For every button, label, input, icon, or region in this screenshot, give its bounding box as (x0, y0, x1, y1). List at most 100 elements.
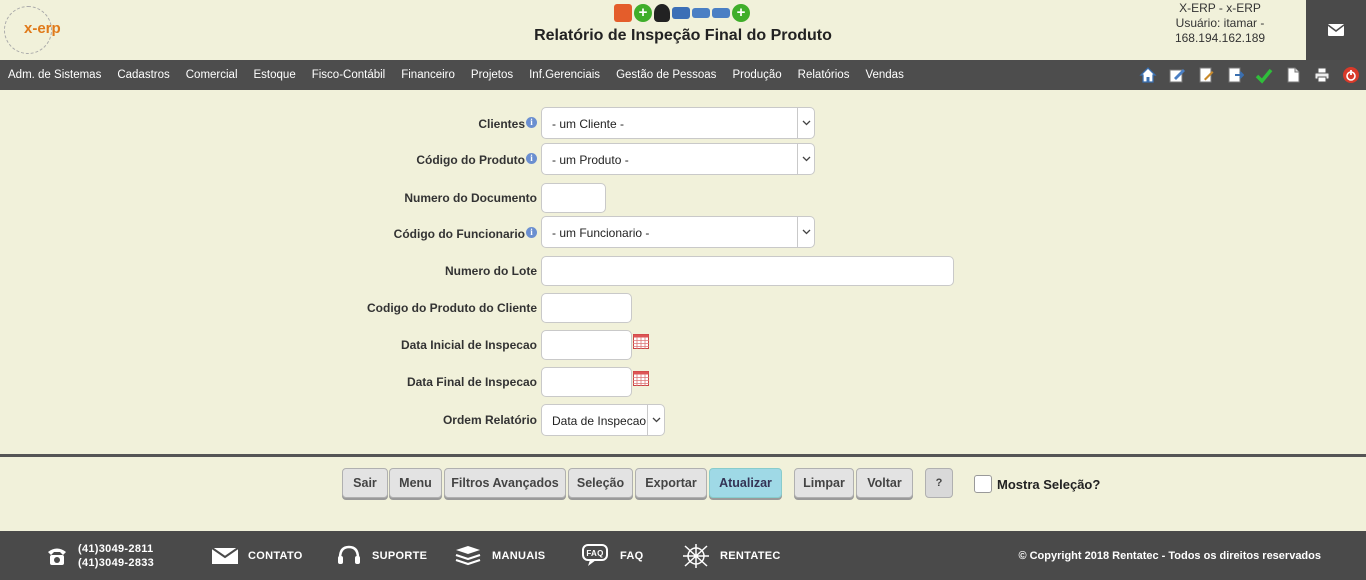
info-icon[interactable]: i (526, 117, 537, 128)
help-button[interactable]: ? (925, 468, 953, 498)
menu-fisco-contabil[interactable]: Fisco-Contábil (312, 69, 386, 81)
manuais-label: MANUAIS (492, 549, 546, 562)
header: x-erp + + Relatório de Inspeção Final do… (0, 0, 1366, 60)
rentatec-link[interactable]: RENTATEC (682, 531, 781, 580)
menu-gestao-pessoas[interactable]: Gestão de Pessoas (616, 69, 716, 81)
menu-button[interactable]: Menu (389, 468, 442, 498)
produto-label: Código do Produto i (416, 153, 537, 167)
home-icon[interactable] (1139, 66, 1157, 84)
system-name: X-ERP - x-ERP (1179, 1, 1261, 15)
mail-icon (1328, 24, 1344, 36)
user-name: Usuário: itamar - (1175, 16, 1265, 30)
menu-financeiro[interactable]: Financeiro (401, 69, 455, 81)
clientes-select[interactable]: - um Cliente - (541, 107, 815, 139)
system-info: X-ERP - x-ERP Usuário: itamar - 168.194.… (1150, 1, 1290, 46)
footer: (41)3049-2811 (41)3049-2833 CONTATO SUPO… (0, 531, 1366, 580)
funcionario-label: Código do Funcionario i (394, 227, 537, 241)
card-alt-icon[interactable] (712, 8, 730, 18)
funcionario-label-text: Código do Funcionario (393, 227, 525, 241)
phone-2: (41)3049-2833 (78, 556, 155, 569)
manuais-link[interactable]: MANUAIS (454, 531, 545, 580)
selecao-button[interactable]: Seleção (568, 468, 633, 498)
exportar-button[interactable]: Exportar (635, 468, 707, 498)
svg-text:FAQ: FAQ (586, 549, 603, 558)
quick-icons: + + (614, 4, 750, 22)
funcionario-select[interactable]: - um Funcionario - (541, 216, 815, 248)
power-icon[interactable] (1342, 66, 1360, 84)
menu-comercial[interactable]: Comercial (186, 69, 238, 81)
phone-icon (48, 548, 66, 565)
copyright: © Copyright 2018 Rentatec - Todos os dir… (1018, 550, 1321, 562)
calendar-icon[interactable] (633, 334, 649, 349)
funcionario-select-value: - um Funcionario - (552, 226, 650, 240)
data-inicial-input[interactable] (541, 330, 632, 360)
filtros-avancados-button[interactable]: Filtros Avançados (444, 468, 566, 498)
data-final-input[interactable] (541, 367, 632, 397)
lote-input[interactable] (541, 256, 954, 286)
main-menu: Adm. de Sistemas Cadastros Comercial Est… (0, 60, 1366, 90)
ip-address: 168.194.162.189 (1174, 31, 1266, 45)
rentatec-logo-icon (683, 543, 709, 568)
clientes-select-value: - um Cliente - (552, 117, 625, 131)
menu-producao[interactable]: Produção (732, 69, 781, 81)
voltar-button[interactable]: Voltar (856, 468, 913, 498)
add-icon[interactable]: + (634, 4, 652, 22)
faq-icon: FAQ (582, 543, 608, 566)
mail-button[interactable] (1306, 0, 1366, 60)
books-icon (455, 545, 481, 565)
action-bar: Sair Menu Filtros Avançados Seleção Expo… (0, 457, 1366, 531)
rentatec-label: RENTATEC (720, 549, 781, 562)
limpar-button[interactable]: Limpar (794, 468, 854, 498)
ordem-label: Ordem Relatório (442, 413, 537, 427)
chevron-down-icon (797, 144, 814, 174)
faq-link[interactable]: FAQ FAQ (582, 531, 644, 580)
document-edit-icon[interactable] (1197, 66, 1215, 84)
suporte-link[interactable]: SUPORTE (336, 531, 427, 580)
headset-icon (338, 545, 360, 564)
check-icon[interactable] (1255, 66, 1273, 84)
produto-cliente-input[interactable] (541, 293, 632, 323)
add-alt-icon[interactable]: + (732, 4, 750, 22)
user-icon[interactable] (654, 4, 670, 22)
export-icon[interactable] (1226, 66, 1244, 84)
menu-projetos[interactable]: Projetos (471, 69, 513, 81)
mostra-selecao-label: Mostra Seleção? (997, 477, 1101, 492)
phone-block: (41)3049-2811 (41)3049-2833 (46, 531, 154, 580)
produto-select[interactable]: - um Produto - (541, 143, 815, 175)
data-inicial-label: Data Inicial de Inspecao (400, 338, 537, 352)
faq-label: FAQ (620, 549, 644, 562)
suporte-label: SUPORTE (372, 549, 428, 562)
menu-cadastros[interactable]: Cadastros (117, 69, 169, 81)
chevron-down-icon (797, 108, 814, 138)
presentation-icon[interactable] (614, 4, 632, 22)
new-document-icon[interactable] (1284, 66, 1302, 84)
card-icon[interactable] (692, 8, 710, 18)
produto-select-value: - um Produto - (552, 153, 629, 167)
info-icon[interactable]: i (526, 153, 537, 164)
contato-link[interactable]: CONTATO (212, 531, 303, 580)
mostra-selecao-checkbox[interactable] (974, 475, 992, 493)
print-icon[interactable] (1313, 66, 1331, 84)
edit-icon[interactable] (1168, 66, 1186, 84)
lote-label: Numero do Lote (445, 264, 537, 278)
atualizar-button[interactable]: Atualizar (709, 468, 782, 498)
sair-button[interactable]: Sair (342, 468, 388, 498)
documento-input[interactable] (541, 183, 606, 213)
menu-vendas[interactable]: Vendas (865, 69, 903, 81)
menu-estoque[interactable]: Estoque (254, 69, 296, 81)
phone-1: (41)3049-2811 (78, 542, 154, 555)
ordem-select[interactable]: Data de Inspecao (541, 404, 665, 436)
menu-adm-sistemas[interactable]: Adm. de Sistemas (8, 69, 101, 81)
clientes-label: Clientes i (478, 117, 537, 131)
menu-relatorios[interactable]: Relatórios (798, 69, 850, 81)
network-icon[interactable] (672, 7, 690, 19)
produto-label-text: Código do Produto (416, 153, 525, 167)
ordem-select-value: Data de Inspecao (552, 414, 647, 428)
envelope-icon (212, 546, 238, 564)
menu-inf-gerenciais[interactable]: Inf.Gerenciais (529, 69, 600, 81)
produto-cliente-label: Codigo do Produto do Cliente (367, 301, 537, 315)
info-icon[interactable]: i (526, 227, 537, 238)
documento-label: Numero do Documento (404, 191, 537, 205)
contato-label: CONTATO (248, 549, 303, 562)
calendar-icon[interactable] (633, 371, 649, 386)
